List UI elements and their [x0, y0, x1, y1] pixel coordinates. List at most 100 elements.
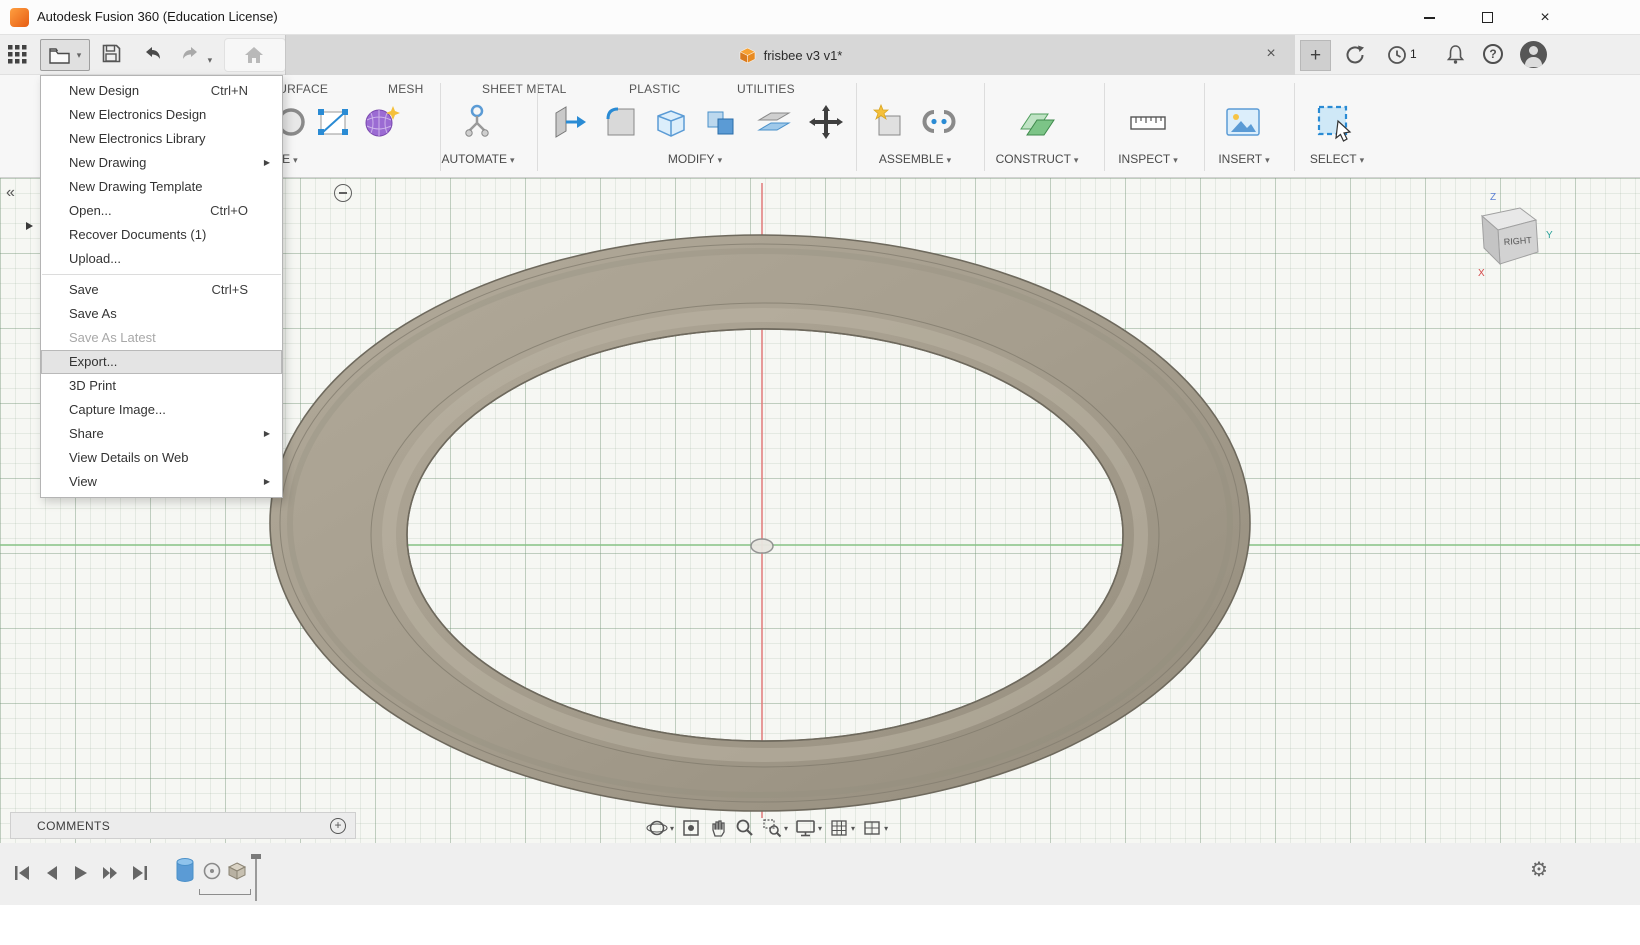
comments-label: COMMENTS [37, 819, 110, 833]
automate-group-label[interactable]: AUTOMATE▾ [441, 152, 514, 166]
app-grid-icon[interactable] [8, 45, 27, 67]
create-form-icon[interactable] [362, 103, 402, 144]
file-menu-item[interactable]: New Electronics Design [41, 103, 282, 127]
combine-icon[interactable] [703, 103, 741, 144]
zoom-window-button[interactable]: ▾ [762, 818, 788, 838]
chevron-down-icon: ▾ [670, 824, 674, 833]
chevron-down-icon: ▾ [77, 50, 82, 61]
timeline-settings-gear-icon[interactable]: ⚙ [1530, 857, 1548, 882]
modify-group-label[interactable]: MODIFY▾ [668, 152, 722, 166]
file-menu-item[interactable]: Export... [41, 350, 282, 374]
inspect-group-label[interactable]: INSPECT▾ [1118, 152, 1178, 166]
tab-plastic[interactable]: PLASTIC [629, 82, 680, 96]
save-button[interactable] [102, 44, 121, 66]
maximize-button[interactable] [1458, 0, 1516, 35]
tab-close-button[interactable]: × [1261, 44, 1281, 64]
select-tool-icon[interactable] [1315, 103, 1355, 146]
chevron-down-icon: ▾ [1360, 155, 1365, 165]
tab-utilities[interactable]: UTILITIES [737, 82, 795, 96]
file-menu-item[interactable]: View Details on Web [41, 446, 282, 470]
browser-expand-arrow[interactable] [26, 222, 33, 230]
press-pull-icon[interactable] [550, 103, 588, 144]
orbit-button[interactable]: ▾ [646, 817, 674, 839]
select-group-label[interactable]: SELECT▾ [1310, 152, 1364, 166]
assemble-group-label[interactable]: ASSEMBLE▾ [879, 152, 951, 166]
timeline-go-to-start-button[interactable] [10, 861, 34, 888]
redo-button[interactable]: ▾ [180, 45, 212, 66]
timeline-feature-sketch[interactable] [202, 861, 222, 884]
undo-button[interactable] [142, 45, 163, 66]
browser-collapse-icon[interactable]: « [6, 184, 13, 202]
file-menu: New Design Ctrl+N New Electronics Design… [40, 75, 283, 498]
document-tab[interactable]: frisbee v3 v1* [286, 35, 1295, 75]
file-menu-item[interactable]: View [41, 470, 282, 494]
shell-icon[interactable] [652, 103, 690, 144]
file-menu-item[interactable]: Save As Latest [41, 326, 282, 350]
group-divider [1204, 83, 1205, 171]
file-menu-item[interactable]: New Drawing Template [41, 175, 282, 199]
chevron-down-icon: ▾ [1173, 155, 1178, 165]
minimize-button[interactable] [1400, 0, 1458, 35]
close-button[interactable]: × [1516, 0, 1574, 35]
user-avatar[interactable] [1520, 41, 1547, 68]
automate-icon[interactable] [458, 103, 496, 144]
home-button[interactable] [243, 45, 265, 67]
grid-snap-button[interactable]: ▾ [829, 818, 855, 838]
file-menu-item[interactable]: Open... Ctrl+O [41, 199, 282, 223]
timeline-go-to-end-button[interactable] [128, 861, 152, 888]
file-menu-item[interactable]: Save As [41, 302, 282, 326]
comments-bar[interactable]: COMMENTS + [10, 812, 356, 839]
insert-canvas-icon[interactable] [1224, 103, 1262, 144]
titlebar: Autodesk Fusion 360 (Education License) … [0, 0, 1640, 35]
chevron-down-icon: ▾ [884, 824, 888, 833]
chevron-down-icon: ▾ [1265, 155, 1270, 165]
job-status-clock-icon[interactable] [1387, 45, 1407, 68]
file-menu-item[interactable]: New Drawing [41, 151, 282, 175]
file-menu-button[interactable]: ▾ [40, 39, 90, 71]
new-tab-button[interactable]: + [1300, 40, 1331, 71]
zoom-button[interactable] [735, 818, 755, 838]
display-settings-button[interactable]: ▾ [795, 818, 822, 838]
file-menu-item[interactable]: New Electronics Library [41, 127, 282, 151]
construct-plane-icon[interactable] [1017, 103, 1057, 144]
file-menu-item[interactable]: Capture Image... [41, 398, 282, 422]
chevron-down-icon: ▾ [784, 824, 788, 833]
construct-group-label[interactable]: CONSTRUCT▾ [996, 152, 1079, 166]
insert-group-label[interactable]: INSERT▾ [1218, 152, 1269, 166]
window-controls: × [1400, 0, 1574, 35]
browser-visibility-toggle[interactable] [334, 184, 352, 202]
new-component-icon[interactable] [870, 103, 908, 144]
notifications-bell-icon[interactable] [1446, 44, 1465, 68]
add-comment-icon[interactable]: + [330, 818, 346, 834]
help-icon[interactable]: ? [1483, 44, 1503, 64]
file-menu-item[interactable]: Share [41, 422, 282, 446]
move-copy-icon[interactable] [807, 103, 845, 144]
timeline-feature-extrude[interactable] [227, 861, 247, 884]
joint-icon[interactable] [920, 103, 958, 144]
timeline-feature-body[interactable] [174, 857, 196, 888]
file-menu-item[interactable]: 3D Print [41, 374, 282, 398]
view-cube[interactable]: RIGHT Z Y X [1462, 186, 1558, 282]
file-menu-item[interactable]: New Design Ctrl+N [41, 79, 282, 103]
timeline-step-forward-button[interactable] [98, 861, 122, 888]
file-menu-item[interactable]: Recover Documents (1) [41, 223, 282, 247]
file-menu-item[interactable]: Upload... [41, 247, 282, 271]
create-sketch-icon[interactable] [314, 103, 352, 144]
folder-icon [49, 47, 70, 64]
minimize-icon [1424, 17, 1435, 19]
tab-sheet-metal[interactable]: SHEET METAL [482, 82, 566, 96]
fillet-icon[interactable] [602, 103, 640, 144]
measure-ruler-icon[interactable] [1128, 103, 1168, 144]
sync-status-icon[interactable] [1344, 44, 1366, 69]
pan-button[interactable] [708, 818, 728, 838]
viewports-button[interactable]: ▾ [862, 818, 888, 838]
tab-mesh[interactable]: MESH [388, 82, 423, 96]
timeline-step-back-button[interactable] [40, 861, 64, 888]
file-menu-item[interactable]: Save Ctrl+S [41, 278, 282, 302]
quick-access-toolbar: ▾ ▾ frisbee v3 v1* × + 1 [0, 35, 1640, 75]
group-divider [537, 83, 538, 171]
timeline-play-button[interactable] [68, 861, 92, 888]
origin-marker [751, 539, 773, 553]
look-at-button[interactable] [681, 818, 701, 838]
offset-face-icon[interactable] [755, 103, 793, 144]
